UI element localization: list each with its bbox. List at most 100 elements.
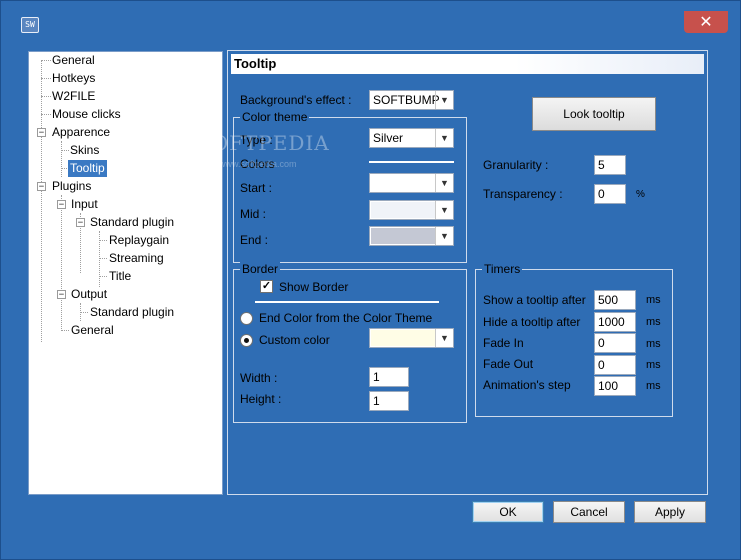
granularity-label: Granularity :: [483, 158, 549, 172]
tree-item-hotkeys[interactable]: Hotkeys: [52, 70, 95, 87]
chevron-down-icon: ▼: [435, 329, 453, 347]
tree-item-skins[interactable]: Skins: [70, 142, 99, 159]
tree-item-mouse-clicks[interactable]: Mouse clicks: [52, 106, 121, 123]
chevron-down-icon: ▼: [435, 91, 453, 109]
width-input[interactable]: 1: [369, 367, 409, 387]
tree-item-apparence[interactable]: Apparence: [52, 124, 110, 141]
width-label: Width :: [240, 371, 278, 385]
collapse-apparence-icon[interactable]: −: [37, 128, 46, 138]
custom-color-picker[interactable]: ▼: [369, 328, 454, 348]
tree-item-input[interactable]: Input: [71, 196, 98, 213]
look-tooltip-button[interactable]: Look tooltip: [532, 97, 656, 131]
theme-type-select[interactable]: Silver ▼: [369, 128, 454, 148]
tree-item-label: Replaygain: [109, 233, 170, 247]
fade-out-input[interactable]: 0: [594, 355, 636, 375]
tree-line: [61, 330, 69, 331]
tree-item-label: Input: [71, 197, 98, 211]
timer-label: Fade In: [483, 336, 524, 350]
chevron-down-icon: ▼: [435, 129, 453, 147]
dialog-client: General Hotkeys W2FILE Mouse clicks − Ap…: [11, 43, 726, 549]
tree-item-label: Output: [71, 287, 108, 301]
background-effect-select[interactable]: SOFTBUMP ▼: [369, 90, 454, 110]
height-input[interactable]: 1: [369, 391, 409, 411]
tree-line: [99, 258, 107, 259]
timer-label: Fade Out: [483, 357, 534, 371]
tree-item-standard-plugin-input[interactable]: Standard plugin: [90, 214, 174, 231]
tree-item-output[interactable]: Output: [71, 286, 107, 303]
tree-line: [61, 150, 69, 151]
height-label: Height :: [240, 392, 282, 406]
granularity-input[interactable]: 5: [594, 155, 626, 175]
preferences-window: SW ✕ General Hotkeys W2FILE Mouse clicks…: [0, 0, 741, 560]
timer-unit: ms: [646, 316, 661, 328]
tree-line: [41, 60, 42, 342]
tree-item-general-plugins[interactable]: General: [71, 322, 114, 339]
tree-item-label: Apparence: [52, 125, 111, 139]
apply-button[interactable]: Apply: [634, 501, 706, 523]
show-border-checkbox[interactable]: ✓: [260, 280, 273, 293]
show-tooltip-after-input[interactable]: 500: [594, 290, 636, 310]
custom-color-radio[interactable]: [240, 334, 253, 347]
transparency-input[interactable]: 0: [594, 184, 626, 204]
tree-item-label: Mouse clicks: [52, 107, 121, 121]
tree-item-plugins[interactable]: Plugins: [52, 178, 91, 195]
tree-item-label: Streaming: [109, 251, 164, 265]
settings-tree[interactable]: General Hotkeys W2FILE Mouse clicks − Ap…: [28, 51, 223, 495]
show-border-label: Show Border: [279, 280, 349, 294]
animation-step-input[interactable]: 100: [594, 376, 636, 396]
tree-item-label: Title: [109, 269, 132, 283]
tree-line: [41, 96, 51, 97]
tree-line: [61, 195, 62, 331]
tree-item-general[interactable]: General: [52, 52, 95, 69]
tree-item-standard-plugin-output[interactable]: Standard plugin: [90, 304, 174, 321]
tree-item-label: General: [52, 53, 95, 67]
timer-label: Hide a tooltip after: [483, 315, 581, 329]
collapse-standard-plugin-icon[interactable]: −: [76, 218, 85, 228]
end-color-swatch: [371, 228, 435, 244]
tree-item-w2file[interactable]: W2FILE: [52, 88, 95, 105]
tree-item-label: General: [71, 323, 114, 337]
timers-title: Timers: [482, 262, 523, 276]
start-color-picker[interactable]: ▼: [369, 173, 454, 193]
end-color-label: End Color from the Color Theme: [259, 311, 433, 325]
custom-color-swatch: [371, 330, 435, 346]
background-effect-label: Background's effect :: [240, 93, 352, 107]
end-color-radio[interactable]: [240, 312, 253, 325]
tree-line: [41, 114, 51, 115]
collapse-output-icon[interactable]: −: [57, 290, 66, 300]
mid-color-swatch: [371, 202, 435, 218]
fade-in-input[interactable]: 0: [594, 333, 636, 353]
theme-type-value: Silver: [373, 131, 404, 145]
tree-line: [99, 276, 107, 277]
tree-item-label: Hotkeys: [52, 71, 96, 85]
tree-item-streaming[interactable]: Streaming: [109, 250, 164, 267]
background-effect-value: SOFTBUMP: [373, 93, 440, 107]
tree-item-replaygain[interactable]: Replaygain: [109, 232, 169, 249]
chevron-down-icon: ▼: [435, 201, 453, 219]
cancel-button[interactable]: Cancel: [553, 501, 625, 523]
mid-color-picker[interactable]: ▼: [369, 200, 454, 220]
watermark: SOFTPEDIA: [197, 131, 330, 155]
close-button[interactable]: ✕: [684, 11, 728, 33]
collapse-plugins-icon[interactable]: −: [37, 182, 46, 192]
tree-item-label: W2FILE: [52, 89, 96, 103]
tree-item-label: Tooltip: [68, 160, 107, 177]
tree-line: [61, 141, 62, 177]
tree-line: [80, 312, 88, 313]
timer-unit: ms: [646, 338, 661, 350]
tree-item-label: Standard plugin: [90, 215, 175, 229]
tree-line: [41, 60, 51, 61]
start-color-swatch: [371, 175, 435, 191]
end-color-picker[interactable]: ▼: [369, 226, 454, 246]
app-icon: SW: [21, 17, 39, 33]
collapse-input-icon[interactable]: −: [57, 200, 66, 210]
title-bar[interactable]: SW ✕: [1, 1, 740, 43]
tree-item-label: Skins: [70, 143, 100, 157]
tree-item-tooltip[interactable]: Tooltip: [68, 160, 107, 177]
hide-tooltip-after-input[interactable]: 1000: [594, 312, 636, 332]
ok-button[interactable]: OK: [472, 501, 544, 523]
end-label: End :: [240, 233, 269, 247]
mid-label: Mid :: [240, 207, 267, 221]
tree-item-title[interactable]: Title: [109, 268, 131, 285]
transparency-unit: %: [636, 189, 645, 200]
